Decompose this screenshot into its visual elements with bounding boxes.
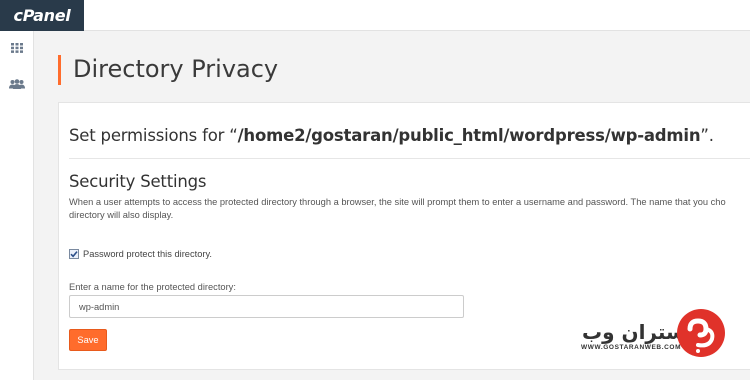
permissions-heading: Set permissions for “/home2/gostaran/pub… [69, 126, 714, 145]
logo-text: cPanel [13, 6, 71, 25]
watermark-logo-icon [677, 309, 725, 357]
security-settings-title: Security Settings [69, 172, 207, 191]
users-icon [9, 79, 25, 89]
watermark-url: WWW.GOSTARANWEB.COM [581, 344, 682, 351]
security-description-line-2: directory will also display. [69, 210, 174, 220]
password-protect-checkbox[interactable] [69, 249, 79, 259]
page-heading: Directory Privacy [58, 55, 278, 85]
directory-name-label: Enter a name for the protected directory… [69, 282, 236, 292]
security-description-line-1: When a user attempts to access the prote… [69, 197, 726, 207]
top-bar: cPanel [0, 0, 750, 31]
permissions-prefix: Set permissions for “ [69, 126, 238, 145]
grid-icon [11, 43, 23, 53]
checkmark-icon [70, 251, 78, 258]
sidebar-item-home[interactable] [0, 32, 34, 64]
directory-name-input[interactable] [69, 295, 464, 318]
security-description: When a user attempts to access the prote… [69, 196, 750, 222]
page-title: Directory Privacy [73, 55, 279, 83]
cpanel-logo[interactable]: cPanel [0, 0, 84, 31]
directory-path: /home2/gostaran/public_html/wordpress/wp… [237, 126, 701, 145]
sidebar-item-users[interactable] [0, 68, 34, 100]
divider [69, 158, 750, 159]
save-button[interactable]: Save [69, 329, 107, 351]
watermark: گستران وب WWW.GOSTARANWEB.COM [578, 305, 750, 365]
permissions-suffix: ”. [700, 126, 714, 145]
password-protect-label[interactable]: Password protect this directory. [83, 249, 212, 259]
left-sidebar [0, 31, 34, 380]
password-protect-row[interactable]: Password protect this directory. [69, 249, 212, 259]
